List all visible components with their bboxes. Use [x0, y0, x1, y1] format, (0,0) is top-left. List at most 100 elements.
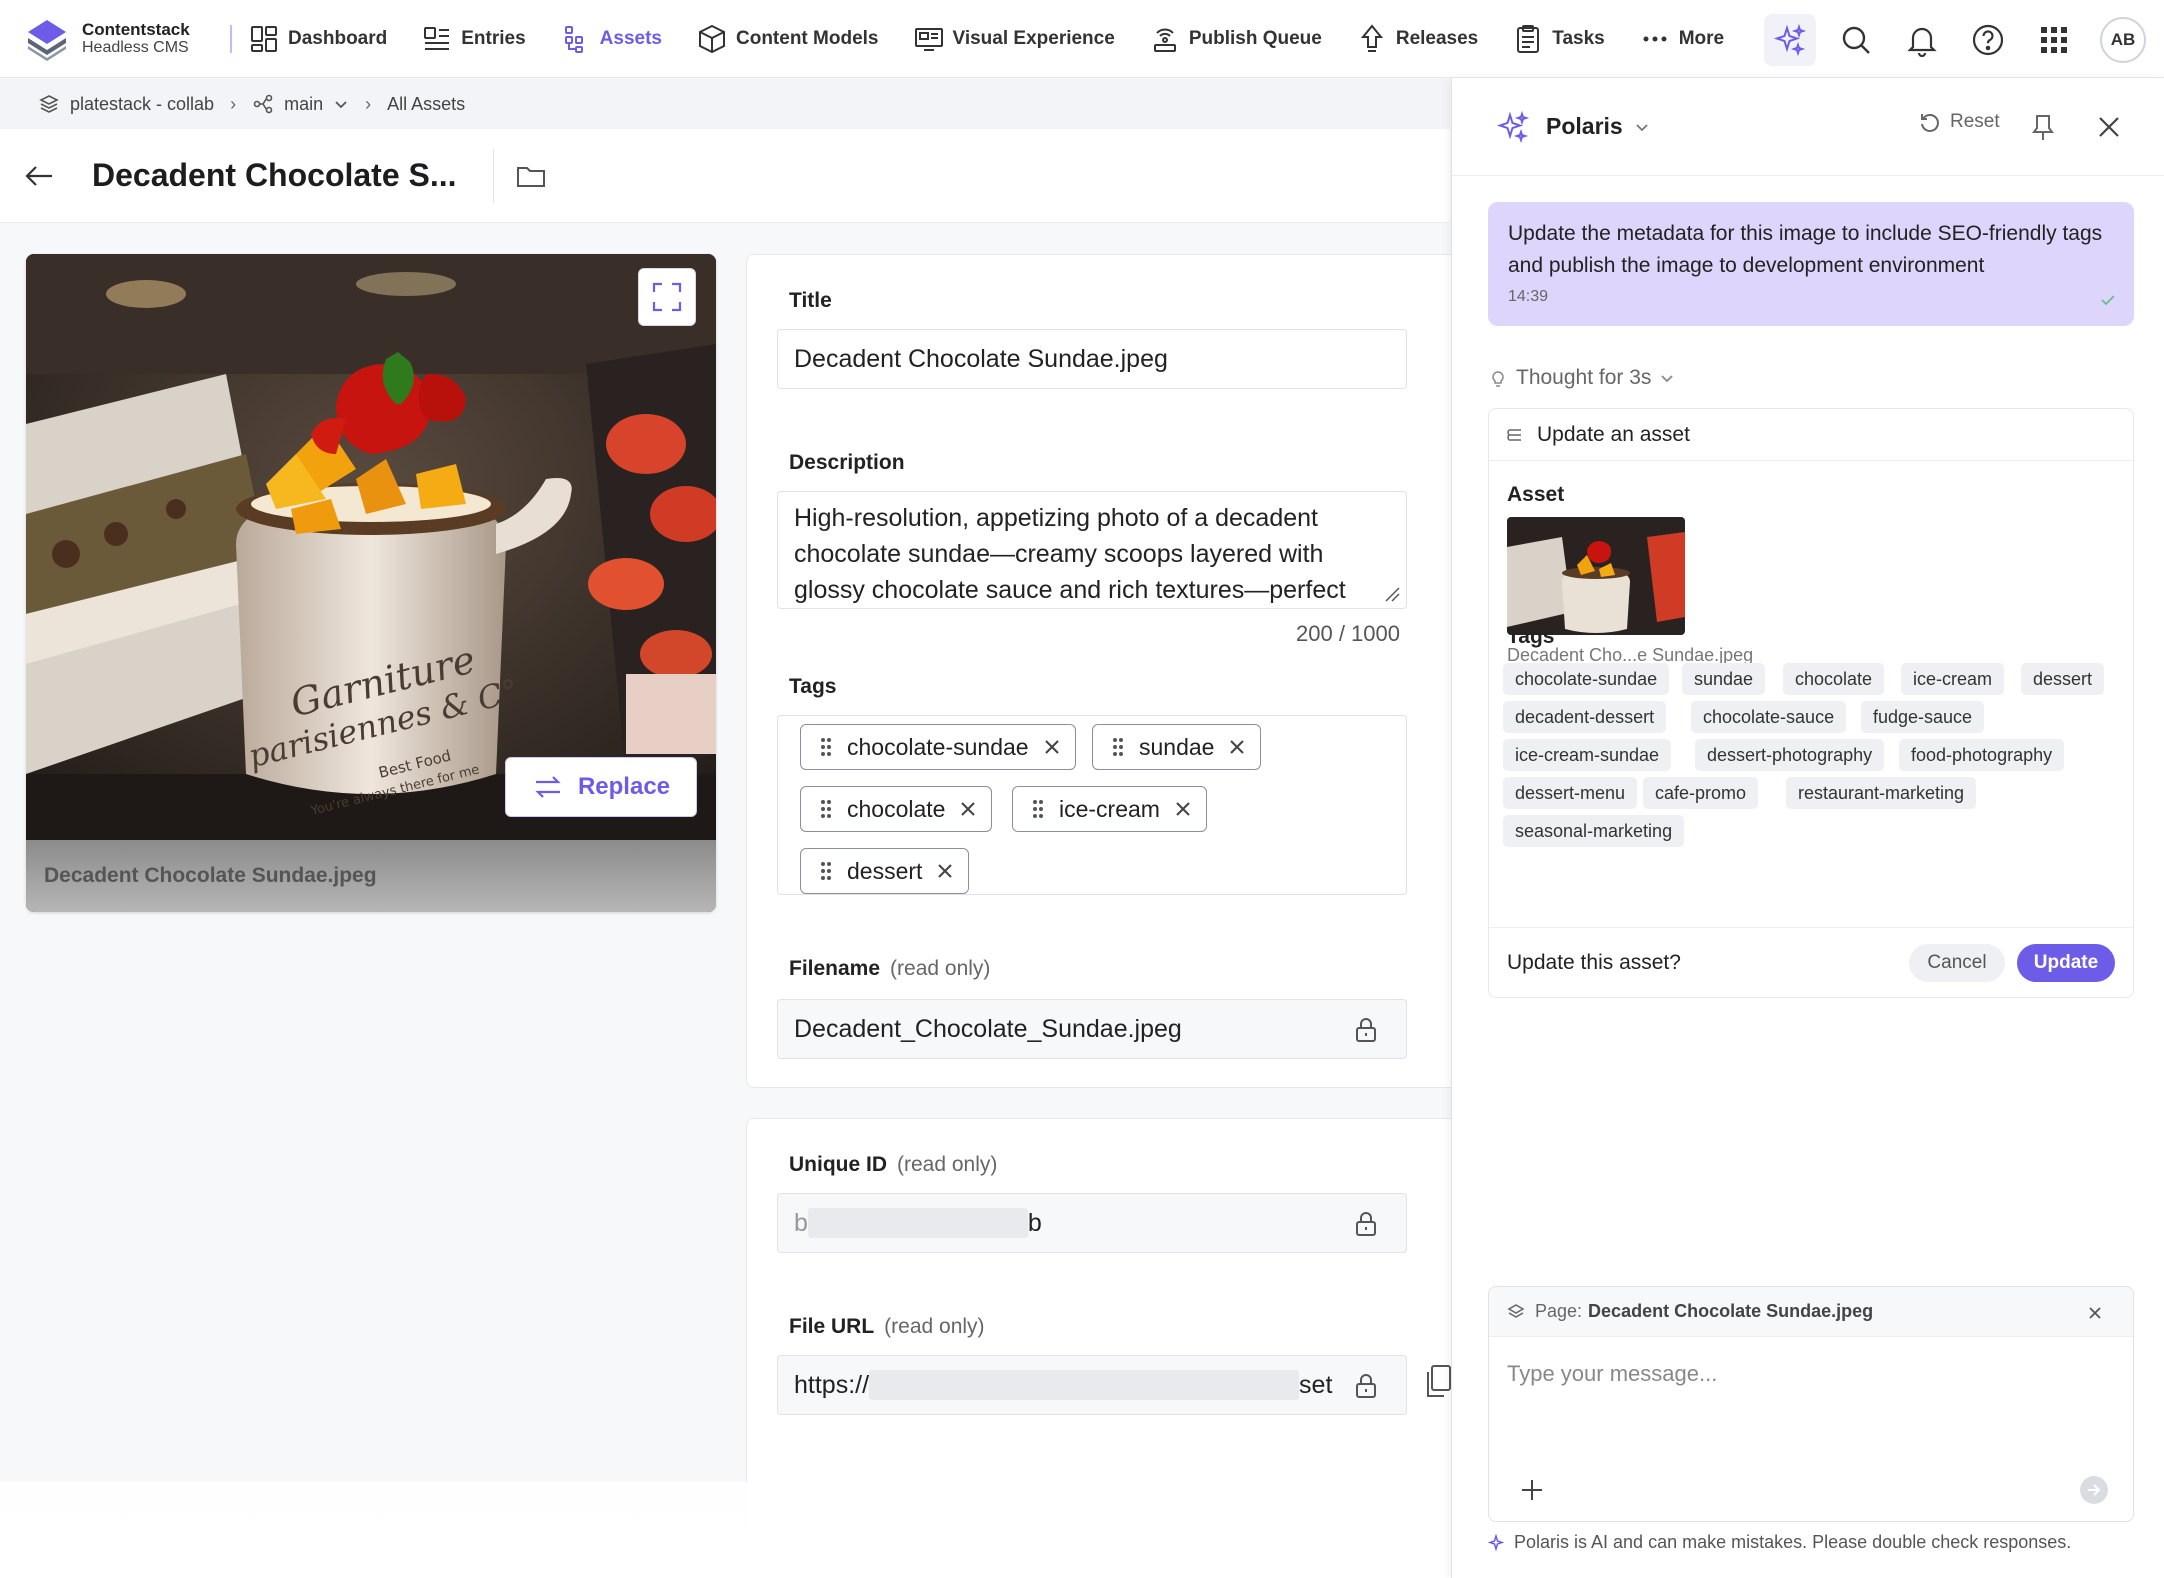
suggested-tag: chocolate-sundae [1503, 663, 1670, 695]
remove-tag-icon[interactable] [1174, 800, 1192, 818]
close-icon[interactable] [2094, 112, 2124, 142]
plus-icon[interactable] [1519, 1477, 1545, 1503]
assistant-name[interactable]: Polaris [1546, 113, 1623, 140]
tag-chip[interactable]: chocolate [800, 786, 993, 832]
drag-handle-icon[interactable] [1111, 736, 1125, 758]
nav-label: Dashboard [288, 27, 388, 49]
drag-handle-icon[interactable] [819, 736, 833, 758]
replace-button[interactable]: Replace [505, 757, 697, 817]
chevron-right-icon: › [230, 93, 237, 114]
close-icon[interactable] [2087, 1305, 2103, 1321]
breadcrumb-branch[interactable]: main [252, 93, 349, 115]
stack-icon [39, 95, 59, 113]
drag-handle-icon[interactable] [819, 860, 833, 882]
nav-tasks[interactable]: Tasks [1512, 23, 1605, 55]
read-only-note: (read only) [897, 1153, 998, 1176]
notifications-button[interactable] [1896, 14, 1948, 66]
nav-more[interactable]: More [1639, 23, 1724, 55]
brand-name: Contentstack [82, 19, 190, 39]
asset-section-label: Asset [1507, 483, 1565, 506]
top-navigation: Contentstack Headless CMS Dashboard Entr… [0, 0, 2164, 78]
chevron-down-icon [1661, 375, 1674, 383]
copy-icon[interactable] [1424, 1362, 1454, 1400]
visual-experience-icon [914, 27, 943, 51]
apps-button[interactable] [2028, 14, 2080, 66]
folder-icon[interactable] [514, 159, 548, 193]
content-models-icon [699, 24, 725, 53]
thought-toggle[interactable]: Thought for 3s [1488, 366, 1683, 390]
title-field[interactable]: Decadent Chocolate Sundae.jpeg [777, 329, 1407, 389]
unique-id-field: b b [777, 1193, 1407, 1253]
tag-chip[interactable]: sundae [1092, 724, 1262, 770]
resize-handle-icon[interactable] [1382, 584, 1400, 602]
suggested-tag: dessert-photography [1695, 739, 1885, 771]
branch-icon [253, 94, 273, 114]
asset-details-form: Title Decadent Chocolate Sundae.jpeg Des… [746, 254, 1454, 1088]
sparkle-icon [1773, 23, 1807, 57]
asset-thumbnail[interactable] [1507, 517, 1685, 635]
filename-label: Filename (read only) [789, 957, 991, 980]
page-header: Decadent Chocolate S... [0, 129, 1450, 223]
description-field[interactable]: High-resolution, appetizing photo of a d… [777, 491, 1407, 609]
chevron-down-icon[interactable] [1633, 118, 1651, 136]
nav-releases[interactable]: Releases [1356, 23, 1478, 55]
suggested-tag: dessert-menu [1503, 777, 1638, 809]
breadcrumb-all-assets[interactable]: All Assets [387, 94, 465, 115]
tag-chip[interactable]: dessert [800, 848, 970, 894]
tags-field[interactable]: chocolate-sundae sundae chocolate ice-cr… [777, 715, 1407, 895]
drag-handle-icon[interactable] [819, 798, 833, 820]
read-only-note: (read only) [884, 1315, 985, 1338]
stack-icon [1507, 428, 1521, 441]
update-button[interactable]: Update [2017, 944, 2115, 982]
nav-label: Assets [599, 27, 662, 49]
suggested-tag: chocolate-sauce [1691, 701, 1847, 733]
help-button[interactable] [1962, 14, 2014, 66]
reset-button[interactable]: Reset [1918, 110, 2000, 134]
suggested-tag: seasonal-marketing [1503, 815, 1685, 847]
filename-field: Decadent_Chocolate_Sundae.jpeg [777, 999, 1407, 1059]
more-icon [1643, 36, 1667, 41]
nav-publish-queue[interactable]: Publish Queue [1149, 23, 1322, 55]
releases-icon [1360, 23, 1383, 52]
suggested-tag: restaurant-marketing [1786, 777, 1977, 809]
remove-tag-icon[interactable] [1043, 738, 1061, 756]
tag-chip[interactable]: ice-cream [1012, 786, 1207, 832]
nav-content-models[interactable]: Content Models [696, 23, 879, 55]
nav-label: Tasks [1552, 27, 1605, 49]
suggested-tag: chocolate [1783, 663, 1885, 695]
nav-assets[interactable]: Assets [560, 23, 662, 55]
contentstack-logo-icon [28, 19, 66, 61]
send-icon[interactable] [2079, 1475, 2109, 1505]
user-avatar[interactable]: AB [2100, 17, 2146, 63]
polaris-button[interactable] [1764, 14, 1816, 66]
fullscreen-button[interactable] [638, 268, 696, 326]
file-url-field: https:// set [777, 1355, 1407, 1415]
nav-dashboard[interactable]: Dashboard [248, 23, 387, 55]
cancel-button[interactable]: Cancel [1909, 944, 2005, 982]
drag-handle-icon[interactable] [1031, 798, 1045, 820]
nav-label: More [1678, 27, 1725, 49]
nav-visual-experience[interactable]: Visual Experience [913, 23, 1115, 55]
search-button[interactable] [1830, 14, 1882, 66]
nav-entries[interactable]: Entries [421, 23, 526, 55]
tag-chip[interactable]: chocolate-sundae [800, 724, 1076, 770]
title-label: Title [789, 289, 832, 312]
asset-preview-card: Garniture parisiennes & C° Best Food You… [26, 254, 716, 912]
message-input[interactable]: Type your message... [1507, 1361, 1717, 1387]
remove-tag-icon[interactable] [1228, 738, 1246, 756]
tags-label: Tags [789, 675, 837, 698]
back-arrow-icon[interactable] [22, 159, 56, 193]
image-caption: Decadent Chocolate Sundae.jpeg [26, 840, 716, 912]
lock-icon [1356, 1374, 1376, 1398]
search-icon [1842, 26, 1870, 54]
remove-tag-icon[interactable] [959, 800, 977, 818]
pin-icon[interactable] [2028, 112, 2058, 142]
user-message: Update the metadata for this image to in… [1488, 202, 2134, 326]
remove-tag-icon[interactable] [936, 862, 954, 880]
breadcrumb-stack[interactable]: platestack - collab [38, 93, 214, 115]
lock-icon [1356, 1212, 1376, 1236]
page-footer-fade [0, 1482, 1452, 1578]
nav-label: Content Models [736, 27, 879, 49]
message-timestamp: 14:39 [1508, 288, 1549, 305]
logo[interactable]: Contentstack Headless CMS [24, 16, 220, 62]
